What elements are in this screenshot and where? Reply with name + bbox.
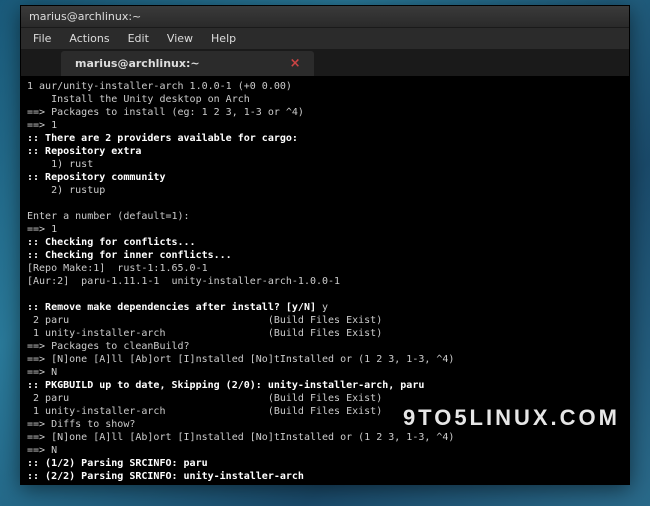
line: ==> Packages to install (eg: 1 2 3, 1-3 …	[27, 107, 304, 118]
line: ==> 1	[27, 120, 57, 131]
line: ==> [N]one [A]ll [Ab]ort [I]nstalled [No…	[27, 432, 454, 443]
window-title: marius@archlinux:~	[29, 10, 621, 23]
line: 2 paru (Build Files Exist)	[27, 393, 382, 404]
line: ==> [N]one [A]ll [Ab]ort [I]nstalled [No…	[27, 354, 454, 365]
line: 1 aur/unity-installer-arch 1.0.0-1 (+0 0…	[27, 81, 292, 92]
tab-label: marius@archlinux:~	[75, 57, 200, 70]
menu-actions[interactable]: Actions	[61, 30, 117, 47]
line: :: (2/2) Parsing SRCINFO: unity-installe…	[27, 471, 304, 482]
terminal-tab[interactable]: marius@archlinux:~ ×	[61, 51, 314, 76]
tabbar: marius@archlinux:~ ×	[21, 50, 629, 76]
line: :: Remove make dependencies after instal…	[27, 302, 316, 313]
line: :: Repository extra	[27, 146, 141, 157]
line: ==> 1	[27, 224, 57, 235]
line: :: Checking for conflicts...	[27, 237, 196, 248]
close-icon[interactable]: ×	[290, 56, 301, 71]
watermark: 9TO5LINUX.COM	[403, 405, 620, 431]
menu-edit[interactable]: Edit	[120, 30, 157, 47]
line: [Repo Make:1] rust-1:1.65.0-1	[27, 263, 208, 274]
line: :: (1/2) Parsing SRCINFO: paru	[27, 458, 208, 469]
line: :: There are 2 providers available for c…	[27, 133, 298, 144]
line: ==> Packages to cleanBuild?	[27, 341, 190, 352]
menu-help[interactable]: Help	[203, 30, 244, 47]
line: 1 unity-installer-arch (Build Files Exis…	[27, 406, 382, 417]
menu-view[interactable]: View	[159, 30, 201, 47]
line: 2 paru (Build Files Exist)	[27, 315, 382, 326]
line: Install the Unity desktop on Arch	[27, 94, 250, 105]
line: :: Checking for inner conflicts...	[27, 250, 232, 261]
line: :: Repository community	[27, 172, 165, 183]
line: Enter a number (default=1):	[27, 211, 190, 222]
line: y	[316, 302, 328, 313]
line: :: PKGBUILD up to date, Skipping (2/0): …	[27, 380, 424, 391]
menu-file[interactable]: File	[25, 30, 59, 47]
line: ==> N	[27, 445, 57, 456]
line: 1 unity-installer-arch (Build Files Exis…	[27, 328, 382, 339]
line: [Aur:2] paru-1.11.1-1 unity-installer-ar…	[27, 276, 340, 287]
line: 2) rustup	[27, 185, 105, 196]
line: 1) rust	[27, 159, 93, 170]
line: ==> Diffs to show?	[27, 419, 135, 430]
window-titlebar[interactable]: marius@archlinux:~	[21, 6, 629, 28]
line: ==> N	[27, 367, 57, 378]
menubar: File Actions Edit View Help	[21, 28, 629, 50]
